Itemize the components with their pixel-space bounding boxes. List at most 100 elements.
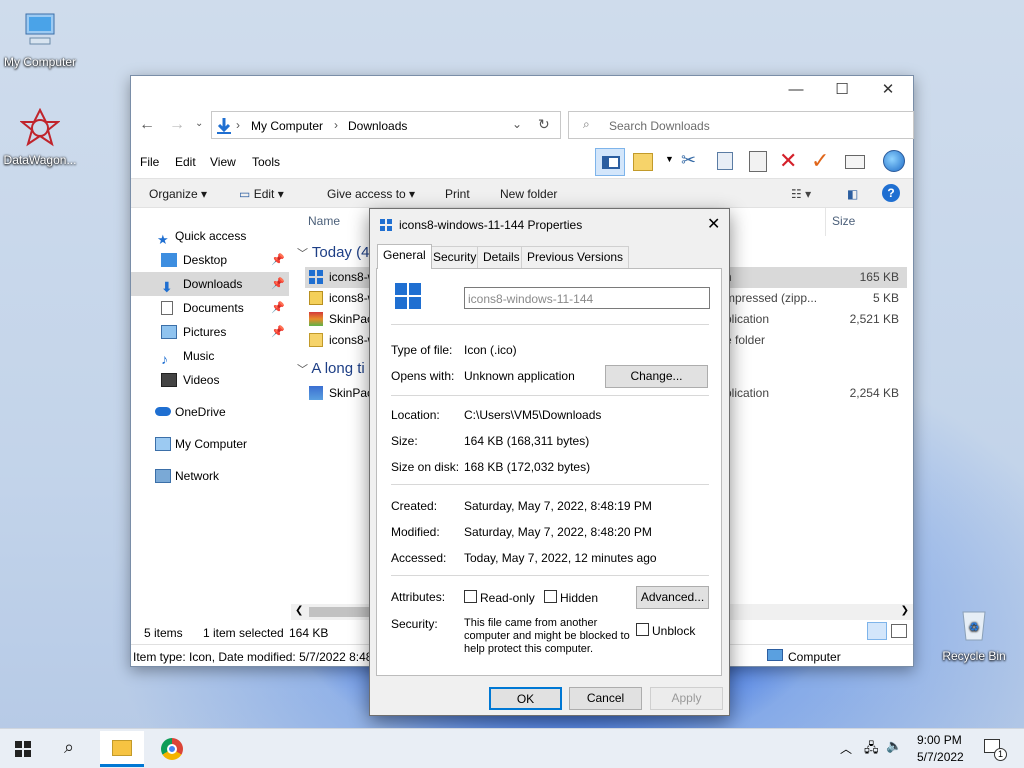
nav-onedrive[interactable]: OneDrive [131, 400, 289, 424]
volume-icon[interactable]: 🔈 [886, 738, 902, 754]
desktop-icon-my-computer[interactable]: My Computer [0, 10, 80, 69]
forward-button[interactable]: → [169, 116, 185, 134]
network-icon[interactable]: 🖧 [864, 739, 879, 761]
modified-value: Saturday, May 7, 2022, 8:48:20 PM [464, 525, 652, 539]
download-arrow-icon: ⬇ [161, 279, 173, 295]
breadcrumb-downloads[interactable]: Downloads [348, 119, 407, 133]
tab-previous-versions[interactable]: Previous Versions [521, 246, 630, 268]
chevron-down-icon: ﹀ [297, 364, 308, 376]
clock-time[interactable]: 9:00 PM [917, 733, 962, 747]
maximize-button[interactable]: ☐ [819, 76, 865, 104]
rename-icon[interactable] [845, 155, 865, 169]
clock-date[interactable]: 5/7/2022 [917, 750, 964, 764]
menu-view[interactable]: View [210, 155, 236, 169]
back-button[interactable]: ← [139, 116, 155, 134]
chrome-icon[interactable] [161, 738, 183, 760]
general-panel: icons8-windows-11-144 Type of file: Icon… [376, 268, 722, 676]
cancel-button[interactable]: Cancel [569, 687, 642, 710]
nav-music[interactable]: ♪ Music [131, 344, 289, 368]
edit-icon: ▭ [239, 187, 251, 201]
size-on-disk-label: Size on disk: [391, 460, 460, 474]
search-input[interactable]: Search Downloads [609, 119, 710, 133]
change-button[interactable]: Change... [605, 365, 708, 388]
desktop-icon-label: DataWagon... [3, 153, 77, 167]
status-selected: 1 item selected [203, 626, 284, 640]
recent-dropdown[interactable]: ⌄ [195, 118, 203, 129]
breadcrumb-my-computer[interactable]: My Computer [251, 119, 323, 133]
unblock-label[interactable]: Unblock [652, 624, 695, 638]
command-bar: Organize ▾ ▭ Edit ▾ Give access to ▾ Pri… [131, 178, 913, 208]
separator [391, 395, 709, 396]
dialog-close-button[interactable]: ✕ [707, 214, 720, 234]
desktop-icon-recycle-bin[interactable]: ♻ Recycle Bin [934, 604, 1014, 663]
nav-downloads[interactable]: ⬇ Downloads 📌 [131, 272, 289, 296]
nav-my-computer[interactable]: My Computer [131, 432, 289, 456]
scroll-right-icon[interactable]: ❯ [901, 605, 909, 616]
edit-button[interactable]: ▭ Edit ▾ [239, 187, 284, 201]
nav-network[interactable]: Network [131, 464, 289, 488]
nav-videos[interactable]: Videos [131, 368, 289, 392]
delete-icon[interactable]: ✕ [779, 148, 797, 174]
hidden-checkbox[interactable] [544, 590, 557, 603]
cut-icon[interactable]: ✂ [681, 150, 696, 171]
view-options-icon[interactable]: ☷ ▾ [791, 187, 811, 201]
ok-button[interactable]: OK [489, 687, 562, 710]
large-icons-view-button[interactable] [891, 624, 907, 638]
menu-tools[interactable]: Tools [252, 155, 280, 169]
chevron-down-icon[interactable]: ▼ [665, 154, 674, 164]
opens-label: Opens with: [391, 369, 455, 383]
tab-general[interactable]: General [377, 244, 432, 269]
checkmark-icon[interactable]: ✓ [811, 148, 829, 174]
print-button[interactable]: Print [445, 187, 470, 201]
group-long-time[interactable]: ﹀ A long ti [297, 360, 365, 377]
nav-quick-access[interactable]: ★ Quick access [131, 224, 289, 248]
readonly-label[interactable]: Read-only [480, 591, 535, 605]
advanced-button[interactable]: Advanced... [636, 586, 709, 609]
filename-field[interactable]: icons8-windows-11-144 [464, 287, 710, 309]
search-box[interactable]: ⌕ Search Downloads [568, 111, 914, 139]
column-size-header[interactable]: Size [832, 214, 855, 228]
address-dropdown[interactable]: ⌄ [512, 117, 522, 131]
attributes-label: Attributes: [391, 590, 446, 604]
start-icon[interactable] [15, 741, 31, 757]
nav-pictures[interactable]: Pictures 📌 [131, 320, 289, 344]
copy-icon[interactable] [717, 152, 733, 170]
details-view-button[interactable] [867, 622, 887, 640]
menu-edit[interactable]: Edit [175, 155, 196, 169]
refresh-button[interactable]: ↻ [538, 116, 550, 133]
tab-security[interactable]: Security [427, 246, 483, 268]
apply-button[interactable]: Apply [650, 687, 723, 710]
installer-icon [309, 386, 323, 400]
nav-desktop[interactable]: Desktop 📌 [131, 248, 289, 272]
paste-icon[interactable] [749, 151, 767, 172]
new-folder-button[interactable]: New folder [500, 187, 557, 201]
menu-file[interactable]: File [140, 155, 159, 169]
address-bar[interactable]: › My Computer › Downloads ⌄ ↻ [211, 111, 561, 139]
preview-pane-icon[interactable] [595, 148, 625, 176]
help-icon[interactable]: ? [882, 184, 900, 202]
nav-documents[interactable]: Documents 📌 [131, 296, 289, 320]
group-today[interactable]: ﹀ Today (4 [297, 244, 369, 261]
minimize-button[interactable]: — [773, 76, 819, 104]
globe-icon[interactable] [883, 150, 905, 172]
desktop-icon-datawagon[interactable]: DataWagon... [0, 107, 80, 167]
tab-details[interactable]: Details [477, 246, 526, 268]
type-label: Type of file: [391, 343, 453, 357]
organize-button[interactable]: Organize ▾ [149, 187, 207, 201]
unblock-checkbox[interactable] [636, 623, 649, 636]
dialog-title: icons8-windows-11-144 Properties [399, 218, 583, 232]
column-name-header[interactable]: Name [308, 214, 340, 228]
pane-icon[interactable]: ◧ [847, 187, 858, 201]
location-value: C:\Users\VM5\Downloads [464, 408, 602, 422]
search-icon[interactable]: ⌕ [64, 737, 74, 758]
chevron-up-icon[interactable]: ︿ [840, 740, 852, 757]
pin-icon: 📌 [271, 302, 285, 314]
properties-icon[interactable] [633, 153, 653, 171]
close-button[interactable]: ✕ [865, 76, 911, 104]
hidden-label[interactable]: Hidden [560, 591, 598, 605]
scroll-left-icon[interactable]: ❮ [295, 605, 303, 616]
taskbar-file-explorer[interactable] [100, 731, 144, 767]
windows-logo-icon [309, 270, 323, 284]
give-access-button[interactable]: Give access to ▾ [327, 187, 415, 201]
readonly-checkbox[interactable] [464, 590, 477, 603]
